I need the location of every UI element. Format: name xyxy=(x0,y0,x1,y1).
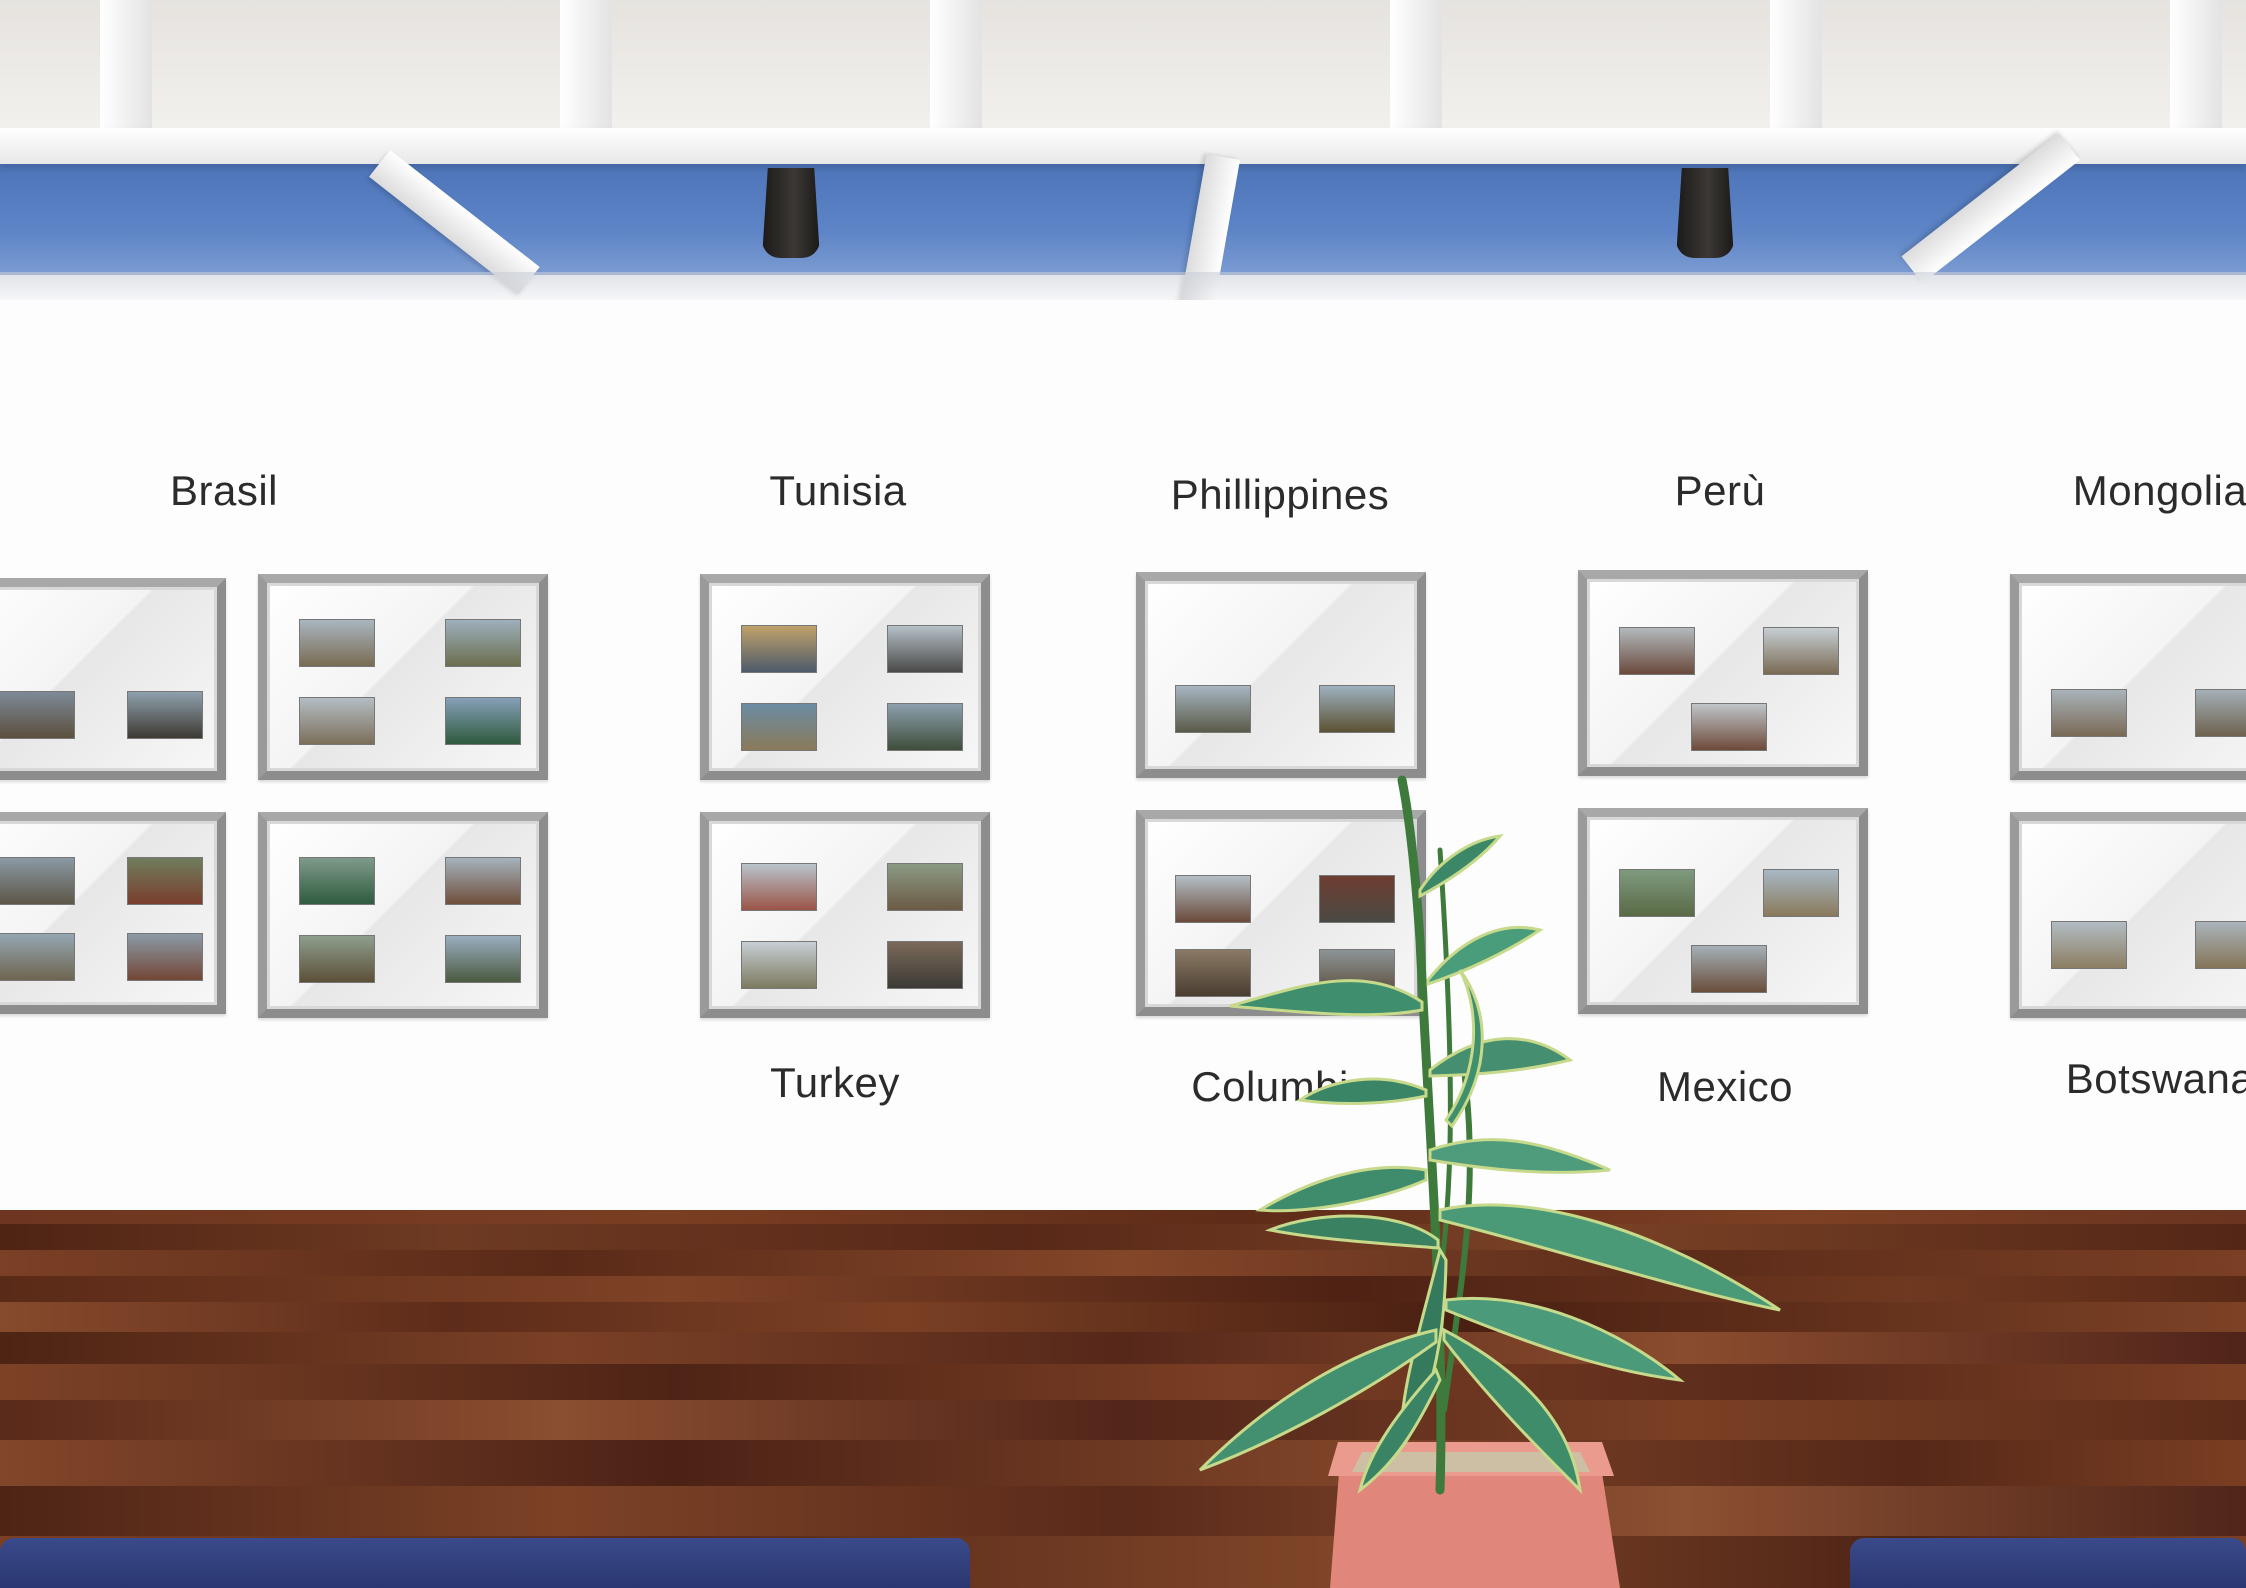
photo-frame-turkey[interactable] xyxy=(700,812,990,1018)
photo-thumbnail[interactable] xyxy=(299,697,375,745)
photo-thumbnail[interactable] xyxy=(445,619,521,667)
photo-thumbnail[interactable] xyxy=(1175,685,1251,733)
exhibit-label-tunisia: Tunisia xyxy=(769,467,907,514)
photo-thumbnail[interactable] xyxy=(0,691,75,739)
photo-thumbnail[interactable] xyxy=(1619,627,1695,675)
ceiling xyxy=(0,0,2246,300)
photo-thumbnail[interactable] xyxy=(2195,689,2246,737)
ceiling-main-beam xyxy=(0,128,2246,164)
photo-thumbnail[interactable] xyxy=(741,863,817,911)
exhibit-label-brasil: Brasil xyxy=(169,467,279,514)
ceiling-spotlight-icon xyxy=(1676,168,1734,258)
photo-thumbnail[interactable] xyxy=(741,703,817,751)
photo-frame-brasil-4[interactable] xyxy=(258,812,548,1018)
photo-thumbnail[interactable] xyxy=(741,625,817,673)
photo-frame-philippines[interactable] xyxy=(1136,572,1426,778)
ceiling-slab xyxy=(0,0,2246,135)
ceiling-rafter xyxy=(100,0,152,132)
photo-thumbnail[interactable] xyxy=(127,691,203,739)
photo-frame-tunisia[interactable] xyxy=(700,574,990,780)
photo-thumbnail[interactable] xyxy=(445,857,521,905)
photo-thumbnail[interactable] xyxy=(127,857,203,905)
ceiling-rafter xyxy=(1770,0,1822,132)
photo-frame-botswana[interactable] xyxy=(2010,812,2246,1018)
photo-thumbnail[interactable] xyxy=(887,941,963,989)
photo-thumbnail[interactable] xyxy=(1763,627,1839,675)
photo-thumbnail[interactable] xyxy=(0,933,75,981)
photo-thumbnail[interactable] xyxy=(0,857,75,905)
gallery-bench-left[interactable] xyxy=(0,1538,970,1588)
ceiling-rafter xyxy=(1390,0,1442,132)
plant-leaves xyxy=(1198,834,1781,1495)
potted-plant-icon[interactable] xyxy=(1100,770,1820,1588)
ceiling-spotlight-icon xyxy=(762,168,820,258)
photo-thumbnail[interactable] xyxy=(2051,689,2127,737)
photo-thumbnail[interactable] xyxy=(887,863,963,911)
exhibit-label-philippines: Phillippines xyxy=(1170,471,1390,518)
photo-thumbnail[interactable] xyxy=(2195,921,2246,969)
photo-thumbnail[interactable] xyxy=(299,857,375,905)
ceiling-rafter xyxy=(560,0,612,132)
photo-frame-peru[interactable] xyxy=(1578,570,1868,776)
exhibit-label-mongolia: Mongolia xyxy=(2072,467,2246,514)
photo-thumbnail[interactable] xyxy=(1691,703,1767,751)
photo-thumbnail[interactable] xyxy=(741,941,817,989)
photo-thumbnail[interactable] xyxy=(299,935,375,983)
exhibit-label-turkey: Turkey xyxy=(770,1059,900,1106)
ceiling-rafter xyxy=(930,0,982,132)
photo-frame-brasil-1[interactable] xyxy=(0,578,226,780)
exhibit-label-peru: Perù xyxy=(1674,467,1766,514)
photo-frame-mongolia[interactable] xyxy=(2010,574,2246,780)
ceiling-rafter xyxy=(2170,0,2222,132)
photo-thumbnail[interactable] xyxy=(445,935,521,983)
exhibit-label-botswana: Botswana xyxy=(2065,1055,2246,1102)
photo-thumbnail[interactable] xyxy=(127,933,203,981)
photo-thumbnail[interactable] xyxy=(1319,685,1395,733)
gallery-bench-right[interactable] xyxy=(1850,1538,2246,1588)
photo-thumbnail[interactable] xyxy=(887,703,963,751)
photo-frame-brasil-3[interactable] xyxy=(0,812,226,1014)
photo-thumbnail[interactable] xyxy=(2051,921,2127,969)
photo-thumbnail[interactable] xyxy=(299,619,375,667)
photo-thumbnail[interactable] xyxy=(887,625,963,673)
ceiling-shadow xyxy=(0,272,2246,300)
photo-thumbnail[interactable] xyxy=(445,697,521,745)
photo-frame-brasil-2[interactable] xyxy=(258,574,548,780)
